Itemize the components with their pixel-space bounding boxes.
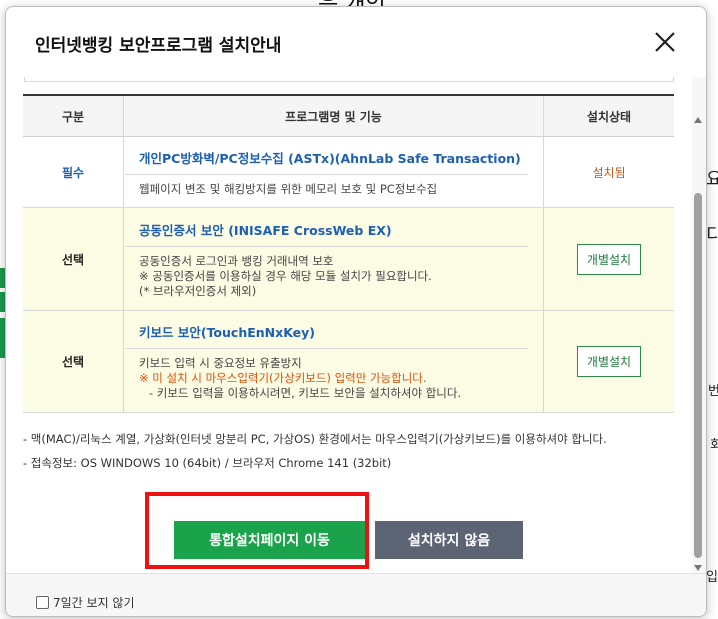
modal-content: 구분 프로그램명 및 기능 설치상태 필수 개인PC방화벽/PC정보수집 (AS…	[6, 77, 692, 573]
row-category: 필수	[23, 136, 124, 208]
note-connection-info: - 접속정보: OS WINDOWS 10 (64bit) / 브라우저 Chr…	[23, 456, 392, 470]
scroll-up-arrow-icon[interactable]	[694, 117, 702, 123]
program-name: 개인PC방화벽/PC정보수집 (ASTx)(AhnLab Safe Transa…	[139, 150, 521, 166]
background-text-r2: 디	[706, 225, 718, 246]
program-desc: 웹페이지 변조 및 해킹방지를 위한 메모리 보호 및 PC정보수집	[139, 181, 438, 196]
close-icon[interactable]	[654, 31, 676, 53]
program-name: 공동인증서 보안 (INISAFE CrossWeb EX)	[139, 222, 392, 238]
modal-header: 인터넷뱅킹 보안프로그램 설치안내	[6, 7, 706, 77]
program-desc: 공동인증서 로그인과 뱅킹 거래내역 보호	[139, 253, 334, 268]
row-program-cell: 공동인증서 보안 (INISAFE CrossWeb EX) 공동인증서 로그인…	[123, 207, 544, 311]
background-text-r3: 번	[708, 384, 718, 399]
header-status: 설치상태	[543, 94, 674, 137]
status-installed: 설치됨	[592, 165, 626, 180]
table-header-row: 구분 프로그램명 및 기능 설치상태	[23, 94, 674, 137]
row-status-cell: 설치됨	[543, 136, 674, 208]
header-program: 프로그램명 및 기능	[123, 94, 544, 137]
row-status-cell: 개별설치	[543, 207, 674, 311]
divider	[125, 245, 528, 247]
divider	[125, 348, 528, 349]
row-category: 선택	[23, 310, 124, 413]
background-text-r1: 요	[706, 169, 718, 190]
program-desc-warning: ※ 미 설치 시 마우스입력기(가상키보드) 입력만 가능합니다.	[139, 371, 427, 385]
scroll-down-arrow-icon[interactable]	[694, 565, 702, 571]
row-status-cell: 개별설치	[543, 310, 674, 413]
program-desc-note: - 키보드 입력을 이용하시려면, 키보드 보안을 설치하셔야 합니다.	[149, 386, 462, 400]
notes: - 맥(MAC)/리눅스 계열, 가상화(인터넷 망분리 PC, 가상OS) 환…	[23, 431, 673, 471]
top-box-edge	[24, 77, 674, 82]
install-crossweb-button[interactable]: 개별설치	[576, 243, 642, 275]
program-desc-note: ※ 공동인증서를 이용하실 경우 해당 모듈 설치가 필요합니다.	[139, 268, 432, 283]
dont-show-7days-label[interactable]: 7일간 보지 않기	[53, 594, 135, 611]
row-program-cell: 키보드 보안(TouchEnNxKey) 키보드 입력 시 중요정보 유출방지 …	[123, 310, 544, 413]
divider	[125, 173, 528, 175]
background-text-r5: 입	[706, 570, 718, 585]
table-row: 필수 개인PC방화벽/PC정보수집 (ASTx)(AhnLab Safe Tra…	[23, 136, 674, 208]
security-install-modal: 인터넷뱅킹 보안프로그램 설치안내 구분 프로그램명 및 기능 설치상태 필수	[5, 6, 707, 617]
table-row: 선택 공동인증서 보안 (INISAFE CrossWeb EX) 공동인증서 …	[23, 207, 674, 311]
header-category: 구분	[23, 94, 124, 137]
program-desc: 키보드 입력 시 중요정보 유출방지	[139, 356, 302, 370]
row-program-cell: 개인PC방화벽/PC정보수집 (ASTx)(AhnLab Safe Transa…	[123, 136, 544, 208]
background-text-r4: 회	[710, 438, 718, 453]
scrollbar-thumb[interactable]	[694, 193, 702, 558]
modal-title: 인터넷뱅킹 보안프로그램 설치안내	[35, 36, 282, 56]
program-name: 키보드 보안(TouchEnNxKey)	[139, 325, 315, 340]
highlight-box	[145, 492, 369, 569]
install-keyboard-button[interactable]: 개별설치	[576, 346, 642, 377]
row-category: 선택	[23, 207, 124, 311]
skip-install-button[interactable]: 설치하지 않음	[375, 521, 523, 559]
program-desc-note: (* 브라우저인증서 제외)	[139, 283, 257, 298]
program-table: 구분 프로그램명 및 기능 설치상태 필수 개인PC방화벽/PC정보수집 (AS…	[23, 94, 674, 413]
table-row: 선택 키보드 보안(TouchEnNxKey) 키보드 입력 시 중요정보 유출…	[23, 310, 674, 413]
note-environment: - 맥(MAC)/리눅스 계열, 가상화(인터넷 망분리 PC, 가상OS) 환…	[23, 432, 607, 446]
checkbox-icon[interactable]	[36, 596, 49, 609]
modal-footer: 7일간 보지 않기	[6, 573, 706, 616]
